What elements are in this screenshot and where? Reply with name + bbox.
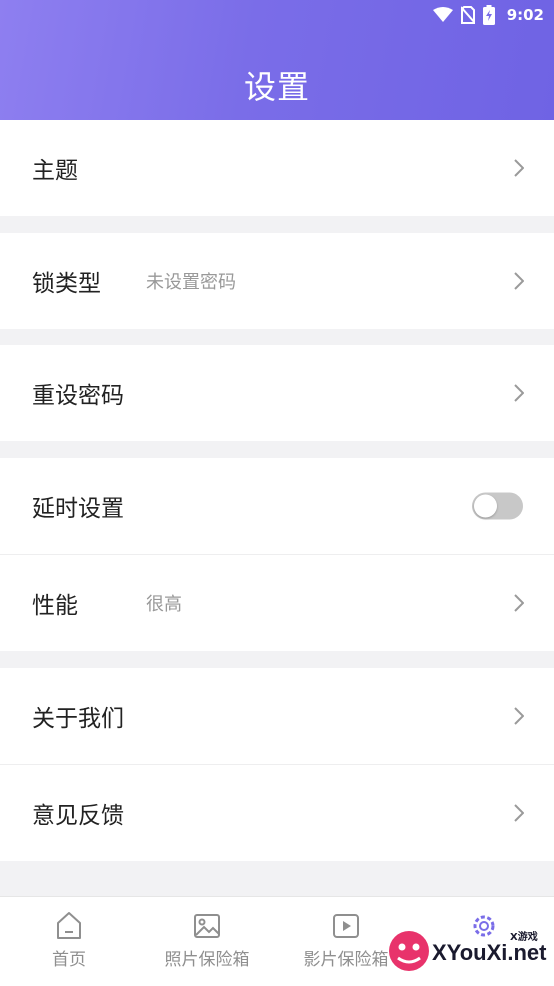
toggle-knob <box>474 494 497 518</box>
settings-row-theme[interactable]: 主题 <box>0 120 554 216</box>
app-header: 9:02 设置 <box>0 0 554 120</box>
row-label: 关于我们 <box>32 706 124 732</box>
wifi-icon <box>432 7 453 22</box>
status-time: 9:02 <box>506 6 544 24</box>
settings-row-performance[interactable]: 性能 很高 <box>0 555 554 651</box>
row-label: 锁类型 <box>32 271 101 297</box>
image-icon <box>194 914 220 938</box>
home-icon <box>57 912 81 939</box>
settings-row-lock-type[interactable]: 锁类型 未设置密码 <box>0 233 554 329</box>
status-bar: 9:02 <box>432 4 544 26</box>
nav-item-home[interactable]: 首页 <box>0 911 138 970</box>
row-label: 延时设置 <box>32 496 124 522</box>
page-title: 设置 <box>243 68 310 106</box>
video-play-icon <box>333 914 359 938</box>
settings-row-about[interactable]: 关于我们 <box>0 668 554 764</box>
nav-label: 照片保险箱 <box>164 950 250 970</box>
settings-row-feedback[interactable]: 意见反馈 <box>0 765 554 861</box>
row-label: 主题 <box>32 158 78 184</box>
row-label: 性能 <box>32 593 78 619</box>
chevron-right-icon <box>514 804 524 822</box>
row-value: 未设置密码 <box>146 272 236 293</box>
settings-row-delay: 延时设置 <box>0 458 554 554</box>
settings-row-reset-password[interactable]: 重设密码 <box>0 345 554 441</box>
row-value: 很高 <box>146 594 182 615</box>
nav-item-photo-vault[interactable]: 照片保险箱 <box>138 911 276 970</box>
battery-charging-icon <box>482 5 495 25</box>
chevron-right-icon <box>514 272 524 290</box>
gamepad-logo-icon <box>389 931 429 971</box>
chevron-right-icon <box>514 594 524 612</box>
nav-label: 首页 <box>52 950 86 970</box>
watermark-logo: X游戏 XYouXi.net <box>384 920 550 980</box>
no-sim-icon <box>460 6 475 24</box>
chevron-right-icon <box>514 159 524 177</box>
chevron-right-icon <box>514 384 524 402</box>
row-label: 意见反馈 <box>32 803 124 829</box>
delay-toggle[interactable] <box>472 492 523 520</box>
row-label: 重设密码 <box>32 383 124 409</box>
chevron-right-icon <box>514 707 524 725</box>
watermark-text: XYouXi.net <box>432 940 547 965</box>
